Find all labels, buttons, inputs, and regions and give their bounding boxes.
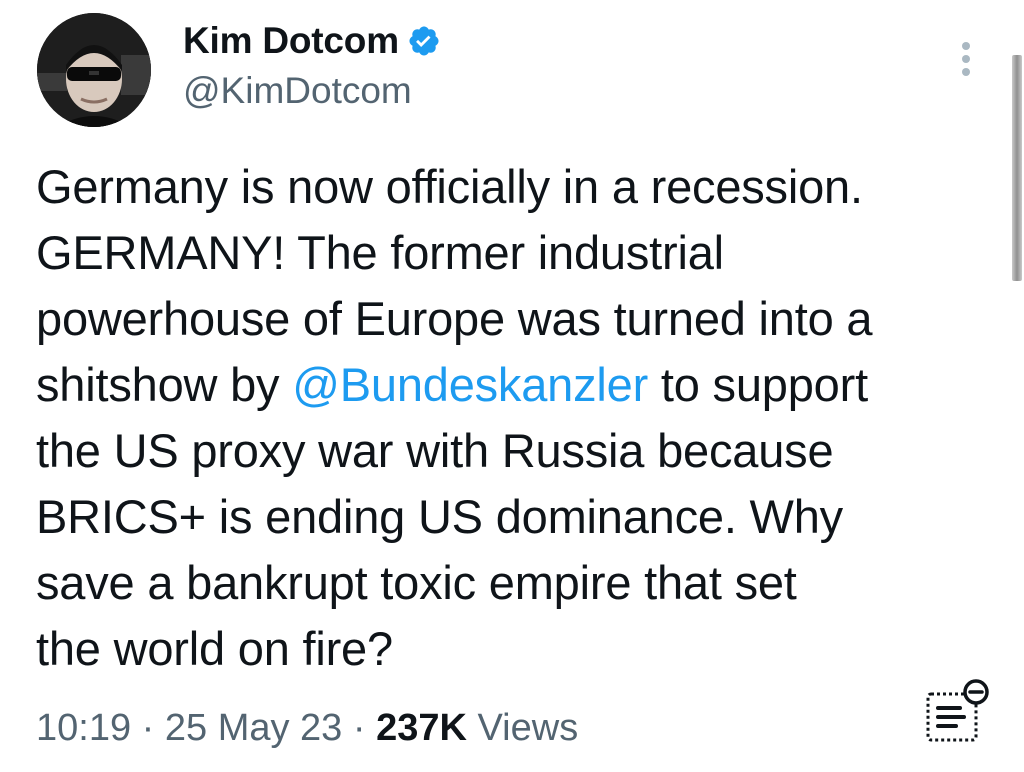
tweet-line: GERMANY! The former industrial: [36, 226, 724, 279]
more-vertical-icon[interactable]: [956, 40, 976, 80]
separator: ·: [342, 707, 377, 749]
author-name-row: Kim Dotcom: [183, 17, 441, 65]
views-count: 237K: [376, 707, 467, 749]
tweet-text-fragment: shitshow by: [36, 358, 293, 411]
display-name[interactable]: Kim Dotcom: [183, 20, 399, 62]
tweet-line: shitshow by @Bundeskanzler to support: [36, 352, 996, 418]
verified-badge-icon: [407, 24, 441, 58]
handle[interactable]: @KimDotcom: [183, 67, 412, 115]
tweet-text: Germany is now officially in a recession…: [36, 154, 996, 682]
tweet-line: powerhouse of Europe was turned into a: [36, 292, 873, 345]
tweet-date[interactable]: 25 May 23: [165, 707, 342, 749]
scrollbar[interactable]: [1012, 55, 1022, 281]
views-label: Views: [466, 707, 579, 749]
tweet-line: BRICS+ is ending US dominance. Why: [36, 490, 843, 543]
tweet-meta: 10:19 · 25 May 23 · 237K Views: [36, 700, 578, 756]
mention-link[interactable]: @Bundeskanzler: [292, 358, 648, 411]
tweet-time[interactable]: 10:19: [36, 707, 131, 749]
tweet-line: the US proxy war with Russia because: [36, 424, 834, 477]
notes-icon[interactable]: [918, 676, 990, 748]
tweet-text-fragment: to support: [648, 358, 868, 411]
tweet-line: Germany is now officially in a recession…: [36, 160, 863, 213]
tweet-line: the world on fire?: [36, 622, 393, 675]
tweet-line: save a bankrupt toxic empire that set: [36, 556, 797, 609]
separator: ·: [131, 707, 165, 749]
avatar[interactable]: [37, 13, 151, 127]
